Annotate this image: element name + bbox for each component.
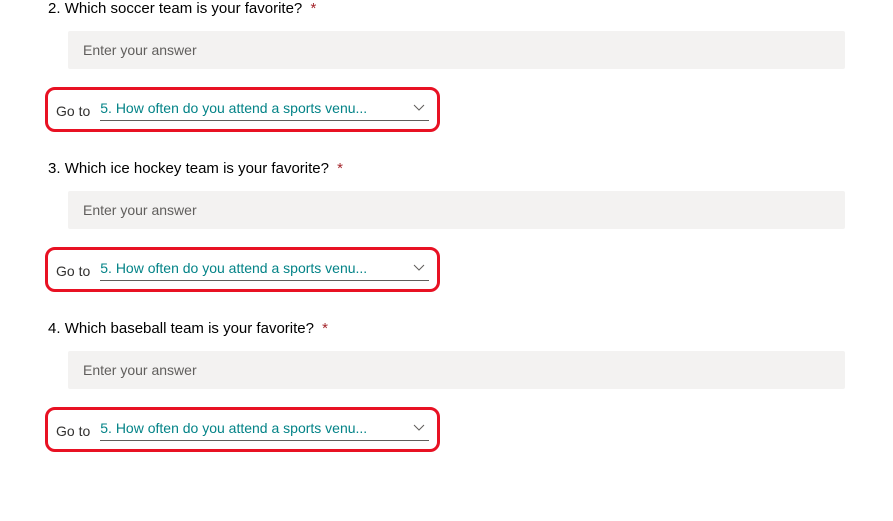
question-title: 2. Which soccer team is your favorite? * — [0, 0, 893, 17]
question-number: 4. — [48, 320, 61, 337]
goto-label: Go to — [56, 263, 90, 279]
goto-label: Go to — [56, 423, 90, 439]
required-indicator: * — [337, 160, 343, 177]
question-text: Which soccer team is your favorite? — [65, 0, 303, 17]
question-number: 2. — [48, 0, 61, 17]
branching-highlight: Go to 5. How often do you attend a sport… — [45, 87, 440, 132]
branching-highlight: Go to 5. How often do you attend a sport… — [45, 247, 440, 292]
question-block-4: 4. Which baseball team is your favorite?… — [0, 320, 893, 452]
chevron-down-icon — [413, 264, 425, 272]
question-title: 4. Which baseball team is your favorite?… — [0, 320, 893, 337]
branching-highlight: Go to 5. How often do you attend a sport… — [45, 407, 440, 452]
question-number: 3. — [48, 160, 61, 177]
answer-input[interactable] — [68, 31, 845, 69]
goto-dropdown[interactable]: 5. How often do you attend a sports venu… — [100, 100, 429, 121]
question-text: Which baseball team is your favorite? — [65, 320, 314, 337]
required-indicator: * — [310, 0, 316, 17]
goto-value: 5. How often do you attend a sports venu… — [100, 260, 367, 276]
question-title: 3. Which ice hockey team is your favorit… — [0, 160, 893, 177]
goto-label: Go to — [56, 103, 90, 119]
goto-value: 5. How often do you attend a sports venu… — [100, 100, 367, 116]
question-block-3: 3. Which ice hockey team is your favorit… — [0, 160, 893, 292]
answer-input[interactable] — [68, 191, 845, 229]
question-block-2: 2. Which soccer team is your favorite? *… — [0, 0, 893, 132]
question-text: Which ice hockey team is your favorite? — [65, 160, 329, 177]
chevron-down-icon — [413, 424, 425, 432]
goto-dropdown[interactable]: 5. How often do you attend a sports venu… — [100, 260, 429, 281]
answer-input[interactable] — [68, 351, 845, 389]
goto-value: 5. How often do you attend a sports venu… — [100, 420, 367, 436]
chevron-down-icon — [413, 104, 425, 112]
required-indicator: * — [322, 320, 328, 337]
goto-dropdown[interactable]: 5. How often do you attend a sports venu… — [100, 420, 429, 441]
